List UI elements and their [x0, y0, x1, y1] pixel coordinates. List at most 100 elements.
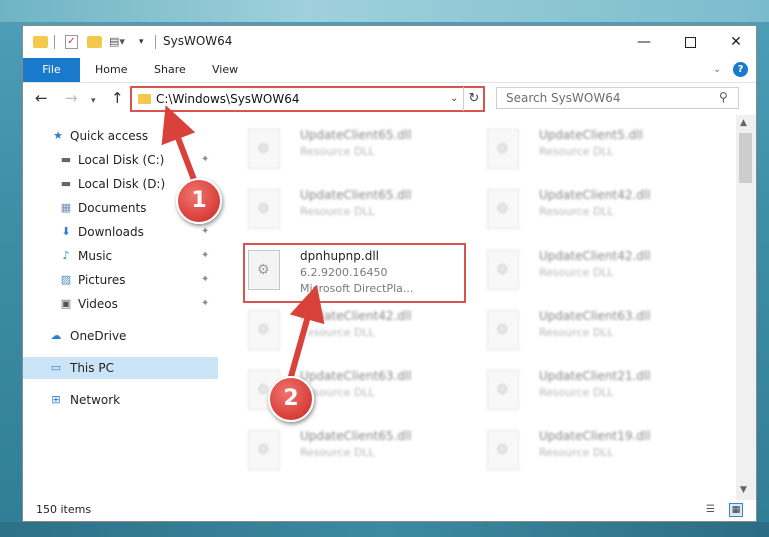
step-2-badge: 2 — [268, 376, 314, 422]
dll-file-icon: ⚙ — [487, 430, 519, 470]
address-path[interactable]: C:\Windows\SysWOW64 — [156, 92, 300, 106]
ribbon-tabs: File Home Share View ⌄ ? — [23, 58, 756, 83]
gear-icon: ⚙ — [496, 442, 509, 458]
recent-locations-icon[interactable]: ▾ — [91, 92, 96, 110]
sidebar-item-local-disk-c[interactable]: ▬ Local Disk (C:) ✦ — [23, 149, 218, 171]
navigation-bar: ← → ▾ ↑ C:\Windows\SysWOW64 ⌄ ↻ Search S… — [23, 83, 756, 115]
sidebar-item-onedrive[interactable]: ☁ OneDrive — [23, 325, 218, 347]
customize-toolbar-icon[interactable]: ▤▾ — [109, 36, 125, 48]
tab-home[interactable]: Home — [95, 58, 127, 82]
address-folder-icon — [138, 94, 151, 104]
details-view-icon[interactable]: ☰ — [706, 504, 722, 516]
sidebar-item-pictures[interactable]: ▨ Pictures ✦ — [23, 269, 218, 291]
expand-ribbon-icon[interactable]: ⌄ — [713, 64, 721, 75]
title-bar: ✓ ▤▾ ▾ SysWOW64 — ✕ — [23, 26, 756, 58]
file-name: UpdateClient63.dll — [539, 309, 651, 323]
file-tile[interactable]: ⚙ UpdateClient42.dll Resource DLL — [487, 246, 707, 298]
title-divider — [155, 35, 156, 49]
sidebar-item-network[interactable]: ⊞ Network — [23, 389, 218, 411]
status-bar: 150 items ☰ ▦ — [23, 500, 756, 521]
window-title: SysWOW64 — [163, 34, 233, 48]
sidebar-item-videos[interactable]: ▣ Videos ✦ — [23, 293, 218, 315]
gear-icon: ⚙ — [496, 382, 509, 398]
file-name: UpdateClient42.dll — [539, 249, 651, 263]
desktop-background-bottom — [0, 522, 769, 537]
file-tile[interactable]: ⚙ UpdateClient42.dll Resource DLL — [487, 185, 707, 237]
file-name: UpdateClient65.dll — [300, 128, 412, 142]
file-name: UpdateClient63.dll — [300, 369, 412, 383]
videos-icon: ▣ — [60, 297, 72, 310]
dll-file-icon: ⚙ — [248, 129, 280, 169]
file-name: UpdateClient21.dll — [539, 369, 651, 383]
file-tile[interactable]: ⚙ UpdateClient65.dll Resource DLL — [248, 125, 468, 177]
help-icon[interactable]: ? — [733, 62, 748, 77]
tab-share[interactable]: Share — [154, 58, 186, 82]
file-type: Resource DLL — [300, 446, 375, 459]
sidebar-item-label: This PC — [70, 361, 114, 375]
properties-check-icon[interactable]: ✓ — [65, 35, 78, 49]
scroll-down-icon[interactable]: ▼ — [740, 485, 747, 495]
dll-file-icon: ⚙ — [487, 250, 519, 290]
address-bar[interactable]: C:\Windows\SysWOW64 ⌄ ↻ — [130, 86, 485, 112]
file-tile[interactable]: ⚙ UpdateClient63.dll Resource DLL — [487, 306, 707, 358]
file-type: Resource DLL — [300, 145, 375, 158]
up-button[interactable]: ↑ — [111, 89, 124, 107]
search-icon[interactable]: ⚲ — [719, 90, 728, 104]
sidebar-item-label: OneDrive — [70, 329, 127, 343]
sidebar-item-label: Documents — [78, 201, 147, 215]
file-tile[interactable]: ⚙ UpdateClient5.dll Resource DLL — [487, 125, 707, 177]
gear-icon: ⚙ — [257, 322, 270, 338]
file-tile[interactable]: ⚙ UpdateClient65.dll Resource DLL — [248, 185, 468, 237]
file-tile[interactable]: ⚙ UpdateClient19.dll Resource DLL — [487, 426, 707, 478]
computer-icon: ▭ — [50, 361, 62, 374]
new-folder-icon[interactable] — [87, 36, 102, 48]
gear-icon: ⚙ — [257, 442, 270, 458]
sidebar-item-quick-access[interactable]: ★ Quick access — [23, 125, 218, 147]
scrollbar-thumb[interactable] — [739, 133, 752, 183]
file-highlight-box — [243, 243, 466, 303]
navigation-pane: ★ Quick access ▬ Local Disk (C:) ✦ ▬ Loc… — [23, 115, 218, 500]
sidebar-item-label: Pictures — [78, 273, 126, 287]
forward-button[interactable]: → — [65, 89, 78, 107]
star-icon: ★ — [53, 129, 63, 142]
sidebar-item-this-pc[interactable]: ▭ This PC — [23, 357, 218, 379]
sidebar-item-label: Local Disk (C:) — [78, 153, 165, 167]
file-type: Resource DLL — [539, 386, 614, 399]
search-input[interactable]: Search SysWOW64 ⚲ — [496, 87, 739, 109]
tab-file[interactable]: File — [23, 58, 80, 82]
file-name: UpdateClient19.dll — [539, 429, 651, 443]
file-tile[interactable]: ⚙ UpdateClient65.dll Resource DLL — [248, 426, 468, 478]
gear-icon: ⚙ — [257, 201, 270, 217]
dll-file-icon: ⚙ — [487, 189, 519, 229]
maximize-button[interactable] — [667, 26, 713, 58]
back-button[interactable]: ← — [35, 89, 48, 107]
file-name: UpdateClient5.dll — [539, 128, 643, 142]
minimize-button[interactable]: — — [621, 26, 667, 58]
scroll-up-icon[interactable]: ▲ — [740, 118, 747, 128]
file-type: Resource DLL — [539, 205, 614, 218]
sidebar-item-downloads[interactable]: ⬇ Downloads ✦ — [23, 221, 218, 243]
file-type: Resource DLL — [539, 446, 614, 459]
pictures-icon: ▨ — [60, 273, 72, 286]
file-type: Resource DLL — [300, 205, 375, 218]
vertical-scrollbar[interactable]: ▲ ▼ — [736, 115, 756, 500]
tab-view[interactable]: View — [212, 58, 238, 82]
sidebar-item-music[interactable]: ♪ Music ✦ — [23, 245, 218, 267]
tiles-view-icon[interactable]: ▦ — [729, 503, 743, 517]
file-tile[interactable]: ⚙ UpdateClient21.dll Resource DLL — [487, 366, 707, 418]
file-type: Resource DLL — [300, 326, 375, 339]
file-tile[interactable]: ⚙ UpdateClient42.dll Resource DLL — [248, 306, 468, 358]
gear-icon: ⚙ — [496, 322, 509, 338]
address-dropdown-icon[interactable]: ⌄ — [450, 93, 458, 104]
dll-file-icon: ⚙ — [487, 129, 519, 169]
file-name: UpdateClient42.dll — [539, 188, 651, 202]
file-name: UpdateClient42.dll — [300, 309, 412, 323]
dll-file-icon: ⚙ — [487, 310, 519, 350]
pin-icon: ✦ — [201, 154, 210, 165]
file-type: Resource DLL — [539, 326, 614, 339]
documents-icon: ▦ — [60, 201, 72, 214]
music-icon: ♪ — [62, 249, 70, 262]
quick-access-dropdown-icon[interactable]: ▾ — [139, 36, 149, 52]
refresh-button[interactable]: ↻ — [463, 87, 484, 111]
close-button[interactable]: ✕ — [713, 26, 756, 58]
